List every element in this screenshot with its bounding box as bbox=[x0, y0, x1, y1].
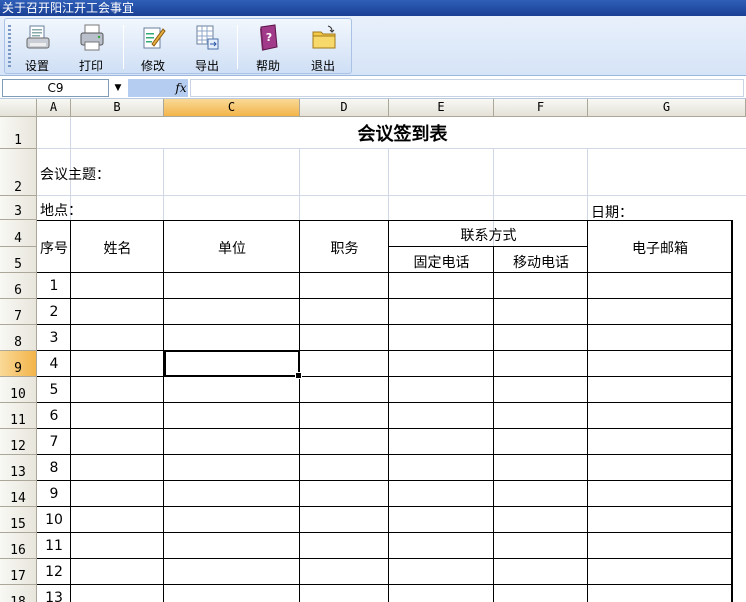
table-border bbox=[37, 428, 732, 429]
header-contact: 联系方式 bbox=[460, 228, 517, 244]
row-header-7[interactable]: 7 bbox=[0, 299, 37, 325]
header-mobile: 移动电话 bbox=[513, 255, 569, 271]
seq-cell: 4 bbox=[49, 356, 59, 372]
row-header-4[interactable]: 4 bbox=[0, 220, 37, 247]
row-header-14[interactable]: 14 bbox=[0, 481, 37, 507]
row-header-5[interactable]: 5 bbox=[0, 247, 37, 273]
seq-cell: 7 bbox=[49, 434, 59, 450]
row-header-16[interactable]: 16 bbox=[0, 533, 37, 559]
seq-cell: 1 bbox=[49, 278, 59, 294]
row-header-11[interactable]: 11 bbox=[0, 403, 37, 429]
table-border bbox=[299, 220, 300, 602]
table-border bbox=[37, 558, 732, 559]
header-name: 姓名 bbox=[103, 241, 132, 257]
row-header-15[interactable]: 15 bbox=[0, 507, 37, 533]
seq-cell: 12 bbox=[45, 564, 63, 580]
table-border bbox=[37, 402, 732, 403]
column-header-f[interactable]: F bbox=[494, 99, 588, 117]
row-header-18[interactable]: 18 bbox=[0, 585, 37, 602]
column-header-e[interactable]: E bbox=[389, 99, 494, 117]
table-border bbox=[37, 298, 732, 299]
row-header-17[interactable]: 17 bbox=[0, 559, 37, 585]
table-border bbox=[731, 220, 733, 602]
seq-cell: 2 bbox=[49, 304, 59, 320]
header-unit: 单位 bbox=[218, 241, 246, 257]
column-header-d[interactable]: D bbox=[300, 99, 389, 117]
column-header-b[interactable]: B bbox=[71, 99, 164, 117]
seq-cell: 10 bbox=[45, 512, 63, 528]
table-border bbox=[389, 246, 588, 247]
row-header-12[interactable]: 12 bbox=[0, 429, 37, 455]
seq-cell: 5 bbox=[49, 382, 59, 398]
select-all-corner[interactable] bbox=[0, 99, 37, 117]
header-landline: 固定电话 bbox=[413, 255, 470, 271]
table-border bbox=[388, 220, 389, 602]
seq-cell: 13 bbox=[45, 590, 63, 602]
table-border bbox=[37, 584, 732, 585]
header-seq: 序号 bbox=[40, 241, 68, 257]
table-border bbox=[37, 350, 732, 351]
table-border bbox=[37, 506, 732, 507]
seq-cell: 6 bbox=[49, 408, 59, 424]
table-border bbox=[163, 220, 164, 602]
column-header-g[interactable]: G bbox=[588, 99, 746, 117]
row-header-6[interactable]: 6 bbox=[0, 273, 37, 299]
row-header-3[interactable]: 3 bbox=[0, 196, 37, 220]
table-border bbox=[37, 454, 732, 455]
header-position: 职务 bbox=[330, 241, 359, 257]
spreadsheet-grid: A B C D E F G 1 2 3 4 5 6 7 8 9 10 11 12… bbox=[0, 0, 746, 602]
row-header-10[interactable]: 10 bbox=[0, 377, 37, 403]
row-header-1[interactable]: 1 bbox=[0, 117, 37, 149]
seq-cell: 11 bbox=[45, 538, 63, 554]
row-header-8[interactable]: 8 bbox=[0, 325, 37, 351]
seq-cell: 3 bbox=[49, 330, 59, 346]
table-border bbox=[37, 480, 732, 481]
app-window: 关于召开阳江开工会事宜 设置 打印 修改 导出 ? 帮助 退出 C9 ▼ fx … bbox=[0, 0, 746, 602]
meeting-topic-label: 会议主题： bbox=[40, 167, 110, 183]
table-border bbox=[37, 376, 732, 377]
date-label: 日期： bbox=[591, 205, 633, 221]
gridline bbox=[37, 195, 746, 196]
column-header-c[interactable]: C bbox=[164, 99, 300, 117]
row-header-13[interactable]: 13 bbox=[0, 455, 37, 481]
row-header-9[interactable]: 9 bbox=[0, 351, 37, 377]
location-label: 地点： bbox=[40, 203, 82, 219]
table-border bbox=[37, 532, 732, 533]
table-border bbox=[37, 324, 732, 325]
active-cell-c9[interactable] bbox=[164, 350, 302, 379]
column-header-a[interactable]: A bbox=[37, 99, 71, 117]
header-email: 电子邮箱 bbox=[632, 241, 688, 257]
seq-cell: 9 bbox=[49, 486, 59, 502]
row-header-2[interactable]: 2 bbox=[0, 149, 37, 196]
seq-cell: 8 bbox=[49, 460, 59, 476]
table-border bbox=[587, 220, 588, 602]
sheet-title: 会议签到表 bbox=[357, 124, 448, 145]
table-border bbox=[493, 246, 494, 602]
table-border bbox=[37, 272, 732, 273]
